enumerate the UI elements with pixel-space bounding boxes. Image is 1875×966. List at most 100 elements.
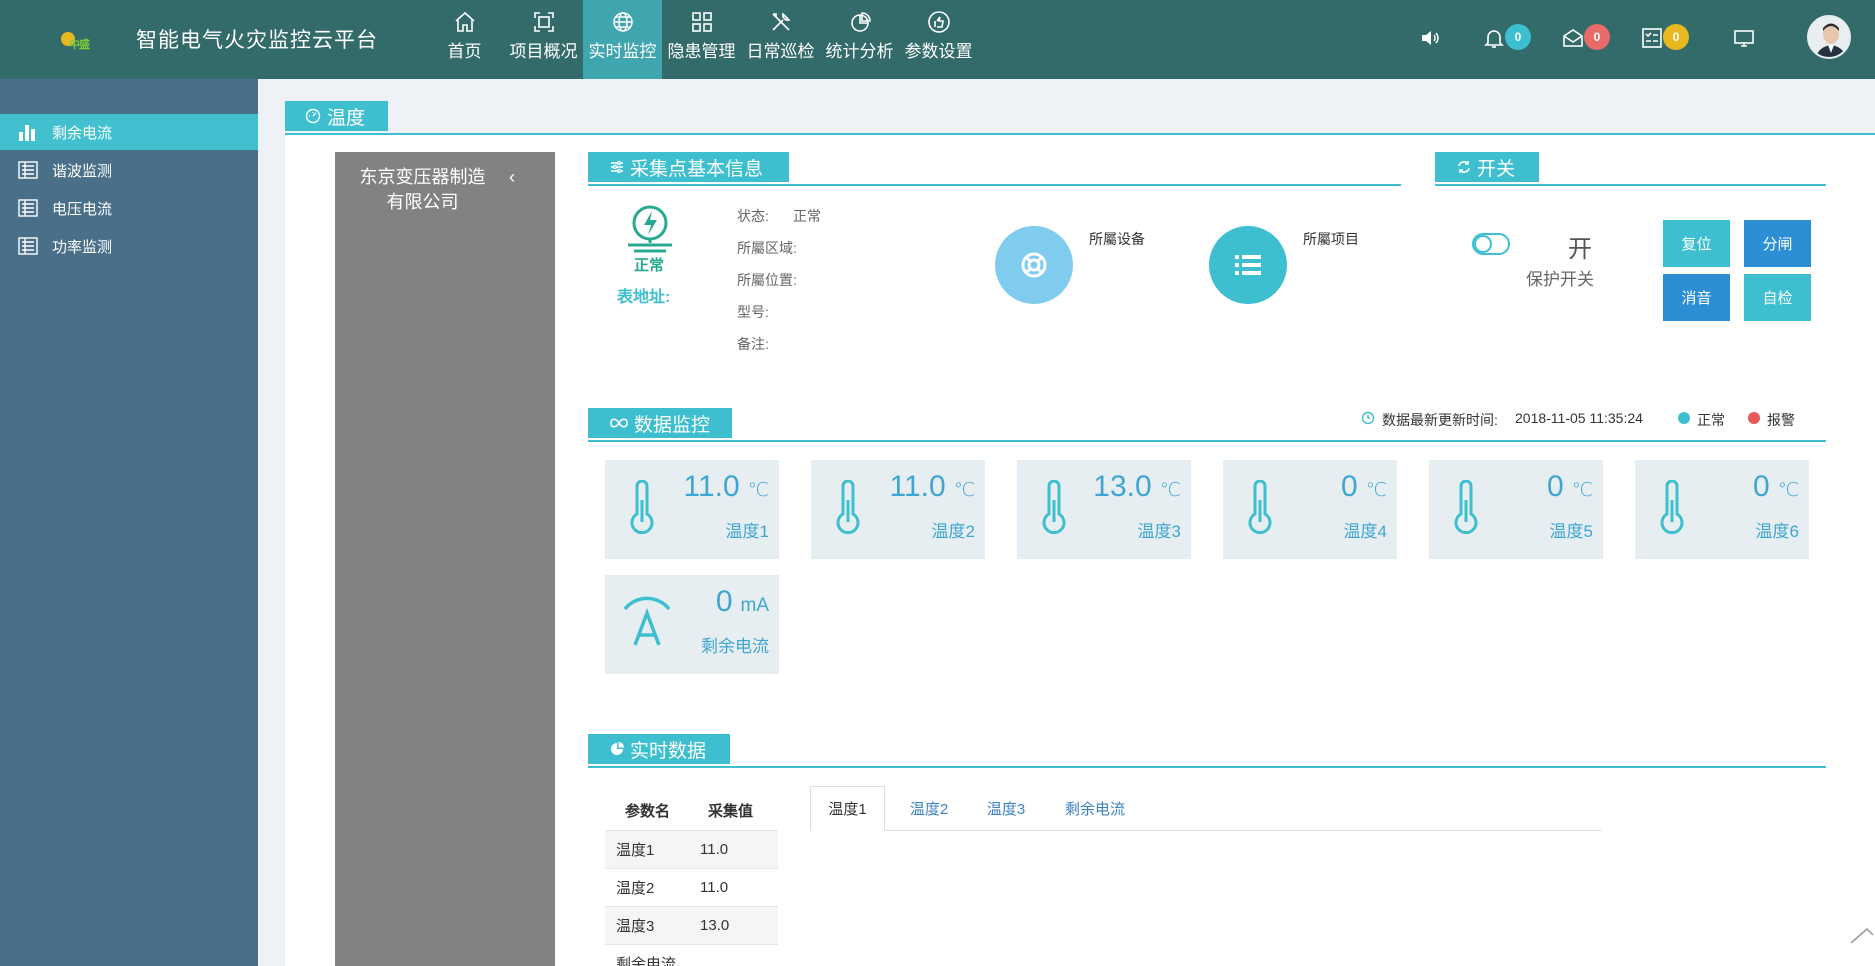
pie-icon	[611, 742, 624, 755]
sliders-icon	[611, 160, 623, 174]
sidebar-item-residual-current[interactable]: 剩余电流	[0, 114, 258, 150]
temperature-card-2[interactable]: 11.0 ℃ 温度2	[811, 460, 985, 559]
switch-divider	[1435, 184, 1826, 186]
legend-alarm-label: 报警	[1767, 412, 1795, 428]
tab-temperature-3[interactable]: 温度3	[972, 786, 1040, 831]
thermometer-icon	[630, 480, 654, 535]
realtime-tabs: 温度1 温度2 温度3 剩余电流	[810, 786, 1602, 831]
field-model-label: 型号:	[737, 304, 769, 320]
list-icon	[1235, 255, 1261, 275]
company-tree-panel	[335, 152, 555, 966]
switch-state: 开	[1568, 236, 1592, 263]
sidebar: 剩余电流 谐波监测 电压电流 功率监测	[0, 79, 258, 966]
temperature-card-4[interactable]: 0 ℃ 温度4	[1223, 460, 1397, 559]
app-title: 智能电气火灾监控云平台	[136, 29, 378, 52]
realtime-data-title: 实时数据	[588, 734, 730, 764]
sidebar-item-harmonic[interactable]: 谐波监测	[0, 152, 258, 188]
nav-daily-inspection[interactable]: 日常巡检	[741, 0, 820, 79]
legend-alarm-dot	[1748, 412, 1760, 424]
globe-icon	[612, 12, 633, 32]
mute-button[interactable]: 消音	[1663, 274, 1730, 321]
realtime-divider	[588, 766, 1826, 768]
frame-icon	[533, 12, 554, 32]
update-time-label: 数据最新更新时间:	[1382, 412, 1498, 428]
table-row: 温度2 11.0	[605, 868, 778, 906]
bar-chart-icon	[19, 125, 35, 141]
list-doc-icon	[18, 199, 38, 217]
refresh-icon	[1458, 161, 1470, 173]
field-status-value: 正常	[793, 208, 821, 224]
project-label: 所屬项目	[1303, 231, 1359, 247]
collect-info-title: 采集点基本信息	[588, 152, 789, 182]
main-nav: 首页 项目概况 实时监控 隐患管理 日常巡检 统计分析 参数设置	[425, 0, 978, 79]
bell-icon[interactable]	[1482, 26, 1506, 50]
infinity-icon	[610, 418, 628, 428]
checklist-icon[interactable]	[1640, 26, 1664, 50]
switch-title: 开关	[1435, 152, 1539, 182]
open-switch-button[interactable]: 分闸	[1744, 220, 1811, 267]
dashboard-icon	[305, 108, 321, 124]
field-status-label: 状态:	[737, 208, 769, 224]
page-title: 温度	[285, 101, 388, 131]
notification-badge: 0	[1505, 24, 1531, 50]
table-row: 温度1 11.0	[605, 830, 778, 868]
nav-statistics[interactable]: 统计分析	[820, 0, 899, 79]
company-name[interactable]: 东京变压器制造有限公司	[355, 165, 490, 215]
thermometer-icon	[836, 480, 860, 535]
nav-home[interactable]: 首页	[425, 0, 504, 79]
toggle-icon[interactable]	[1472, 233, 1510, 255]
mail-icon[interactable]	[1561, 26, 1585, 50]
project-button[interactable]	[1209, 226, 1287, 304]
message-badge: 0	[1584, 24, 1610, 50]
list-doc-icon	[18, 161, 38, 179]
clock-icon	[1361, 411, 1375, 425]
task-badge: 0	[1663, 24, 1689, 50]
grid-icon	[691, 12, 712, 32]
temperature-card-3[interactable]: 13.0 ℃ 温度3	[1017, 460, 1191, 559]
home-icon	[454, 11, 475, 32]
ammeter-icon	[623, 596, 671, 646]
meter-status-icon	[628, 205, 672, 253]
switch-label: 保护开关	[1526, 270, 1594, 289]
monitor-icon[interactable]	[1732, 26, 1756, 50]
data-monitor-divider	[588, 440, 1826, 442]
nav-realtime-monitor[interactable]: 实时监控	[583, 0, 662, 79]
scroll-top-icon[interactable]	[1849, 925, 1875, 945]
collect-info-divider	[588, 184, 1401, 186]
company-logo: 中盛	[55, 28, 121, 54]
temperature-card-6[interactable]: 0 ℃ 温度6	[1635, 460, 1809, 559]
temperature-card-1[interactable]: 11.0 ℃ 温度1	[605, 460, 779, 559]
sidebar-item-voltage-current[interactable]: 电压电流	[0, 190, 258, 226]
legend-normal-label: 正常	[1697, 412, 1725, 428]
top-bar: 中盛 智能电气火灾监控云平台 首页 项目概况 实时监控 隐患管理 日常巡检 统计…	[0, 0, 1875, 79]
field-remark-label: 备注:	[737, 336, 769, 352]
residual-current-card[interactable]: 0 mA 剩余电流	[605, 575, 779, 674]
table-row: 剩余电流	[605, 944, 778, 966]
thermometer-icon	[1454, 480, 1478, 535]
tab-temperature-2[interactable]: 温度2	[895, 786, 963, 831]
nav-project-overview[interactable]: 项目概况	[504, 0, 583, 79]
tools-icon	[771, 12, 791, 31]
pie-chart-icon	[850, 12, 871, 32]
table-header: 参数名 采集值	[605, 790, 778, 830]
device-label: 所屬设备	[1089, 231, 1145, 247]
device-button[interactable]	[995, 226, 1073, 304]
data-monitor-title: 数据监控	[588, 408, 732, 438]
meter-status-text: 正常	[634, 257, 665, 274]
update-time-value: 2018-11-05 11:35:24	[1515, 410, 1643, 426]
table-row: 温度3 13.0	[605, 906, 778, 944]
volume-icon[interactable]	[1418, 26, 1442, 50]
field-area-label: 所屬区域:	[737, 240, 797, 256]
tab-residual-current[interactable]: 剩余电流	[1050, 786, 1140, 831]
temperature-card-5[interactable]: 0 ℃ 温度5	[1429, 460, 1603, 559]
reset-button[interactable]: 复位	[1663, 220, 1730, 267]
tab-temperature-1[interactable]: 温度1	[810, 786, 885, 831]
self-test-button[interactable]: 自检	[1744, 274, 1811, 321]
thermometer-icon	[1042, 480, 1066, 535]
nav-parameter-settings[interactable]: 参数设置	[899, 0, 978, 79]
chevron-left-icon[interactable]: ‹	[509, 167, 515, 188]
nav-hazard-management[interactable]: 隐患管理	[662, 0, 741, 79]
user-avatar[interactable]	[1807, 15, 1851, 59]
thermometer-icon	[1248, 480, 1272, 535]
sidebar-item-power[interactable]: 功率监测	[0, 228, 258, 264]
